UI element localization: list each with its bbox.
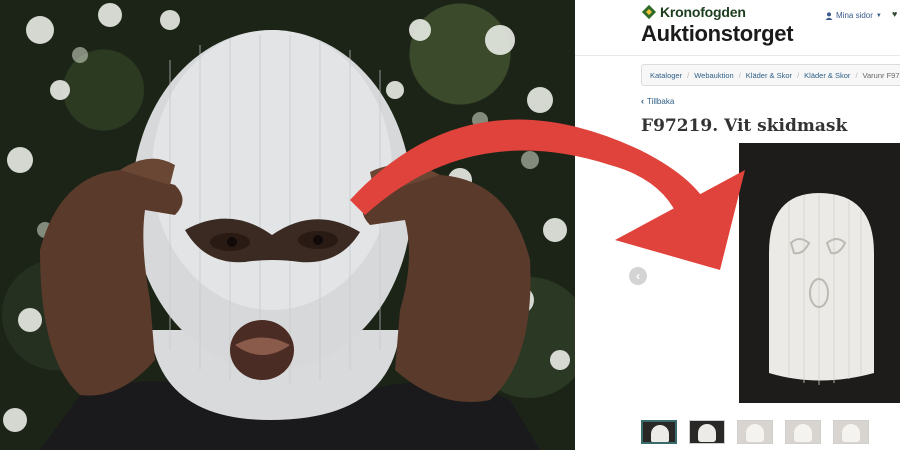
red-arrow-overlay: [350, 119, 745, 270]
